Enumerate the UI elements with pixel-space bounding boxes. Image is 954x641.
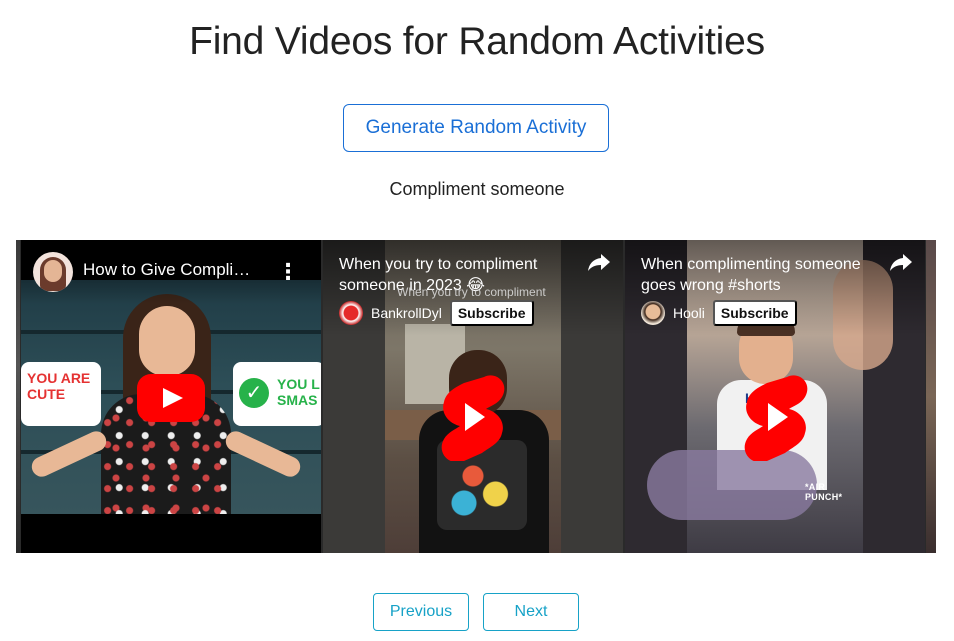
channel-avatar[interactable] — [33, 252, 73, 292]
share-icon[interactable] — [587, 252, 611, 272]
shorts-icon[interactable] — [438, 373, 508, 461]
shorts-icon[interactable] — [741, 373, 811, 461]
channel-name[interactable]: Hooli — [673, 305, 705, 321]
channel-avatar[interactable] — [339, 301, 363, 325]
next-button[interactable]: Next — [483, 593, 579, 631]
video-carousel: YOU ARE CUTE ✓ YOU L SMAS How to Give Co… — [16, 240, 936, 553]
carousel-edge-left — [16, 240, 20, 553]
play-icon[interactable] — [137, 374, 205, 422]
channel-row: Hooli Subscribe — [641, 300, 797, 326]
video-card-2[interactable]: When you try to compliment someone in 20… — [323, 240, 623, 553]
scene-caption: *AIR PUNCH* — [805, 482, 843, 502]
thumbnail-badge-you-are-cute: YOU ARE CUTE — [21, 362, 101, 426]
channel-row: BankrollDyl Subscribe — [339, 300, 534, 326]
thumbnail-badge-green: ✓ YOU L SMAS — [233, 362, 321, 426]
share-icon[interactable] — [889, 252, 913, 272]
subscribe-button[interactable]: Subscribe — [449, 300, 534, 326]
activity-text: Compliment someone — [389, 179, 565, 199]
check-icon: ✓ — [239, 378, 269, 408]
thumbnail-badge-text: YOU L SMAS — [277, 376, 320, 408]
subscribe-button[interactable]: Subscribe — [712, 300, 797, 326]
video-title[interactable]: How to Give Compli… — [83, 260, 263, 280]
short-title[interactable]: When complimenting someone goes wrong #s… — [641, 254, 873, 296]
more-vert-icon[interactable]: ⋮ — [277, 260, 299, 284]
video-card-3[interactable]: HILF *AIR PUNCH* When complimenting some… — [625, 240, 925, 553]
channel-avatar[interactable] — [641, 301, 665, 325]
generate-random-activity-button[interactable]: Generate Random Activity — [343, 104, 609, 152]
page-title: Find Videos for Random Activities — [189, 20, 765, 63]
carousel-edge-right — [926, 240, 936, 553]
video-card-1[interactable]: YOU ARE CUTE ✓ YOU L SMAS How to Give Co… — [21, 240, 321, 553]
channel-name[interactable]: BankrollDyl — [371, 305, 442, 321]
short-overlay-caption: When you try to compliment — [397, 285, 546, 299]
previous-button[interactable]: Previous — [373, 593, 469, 631]
